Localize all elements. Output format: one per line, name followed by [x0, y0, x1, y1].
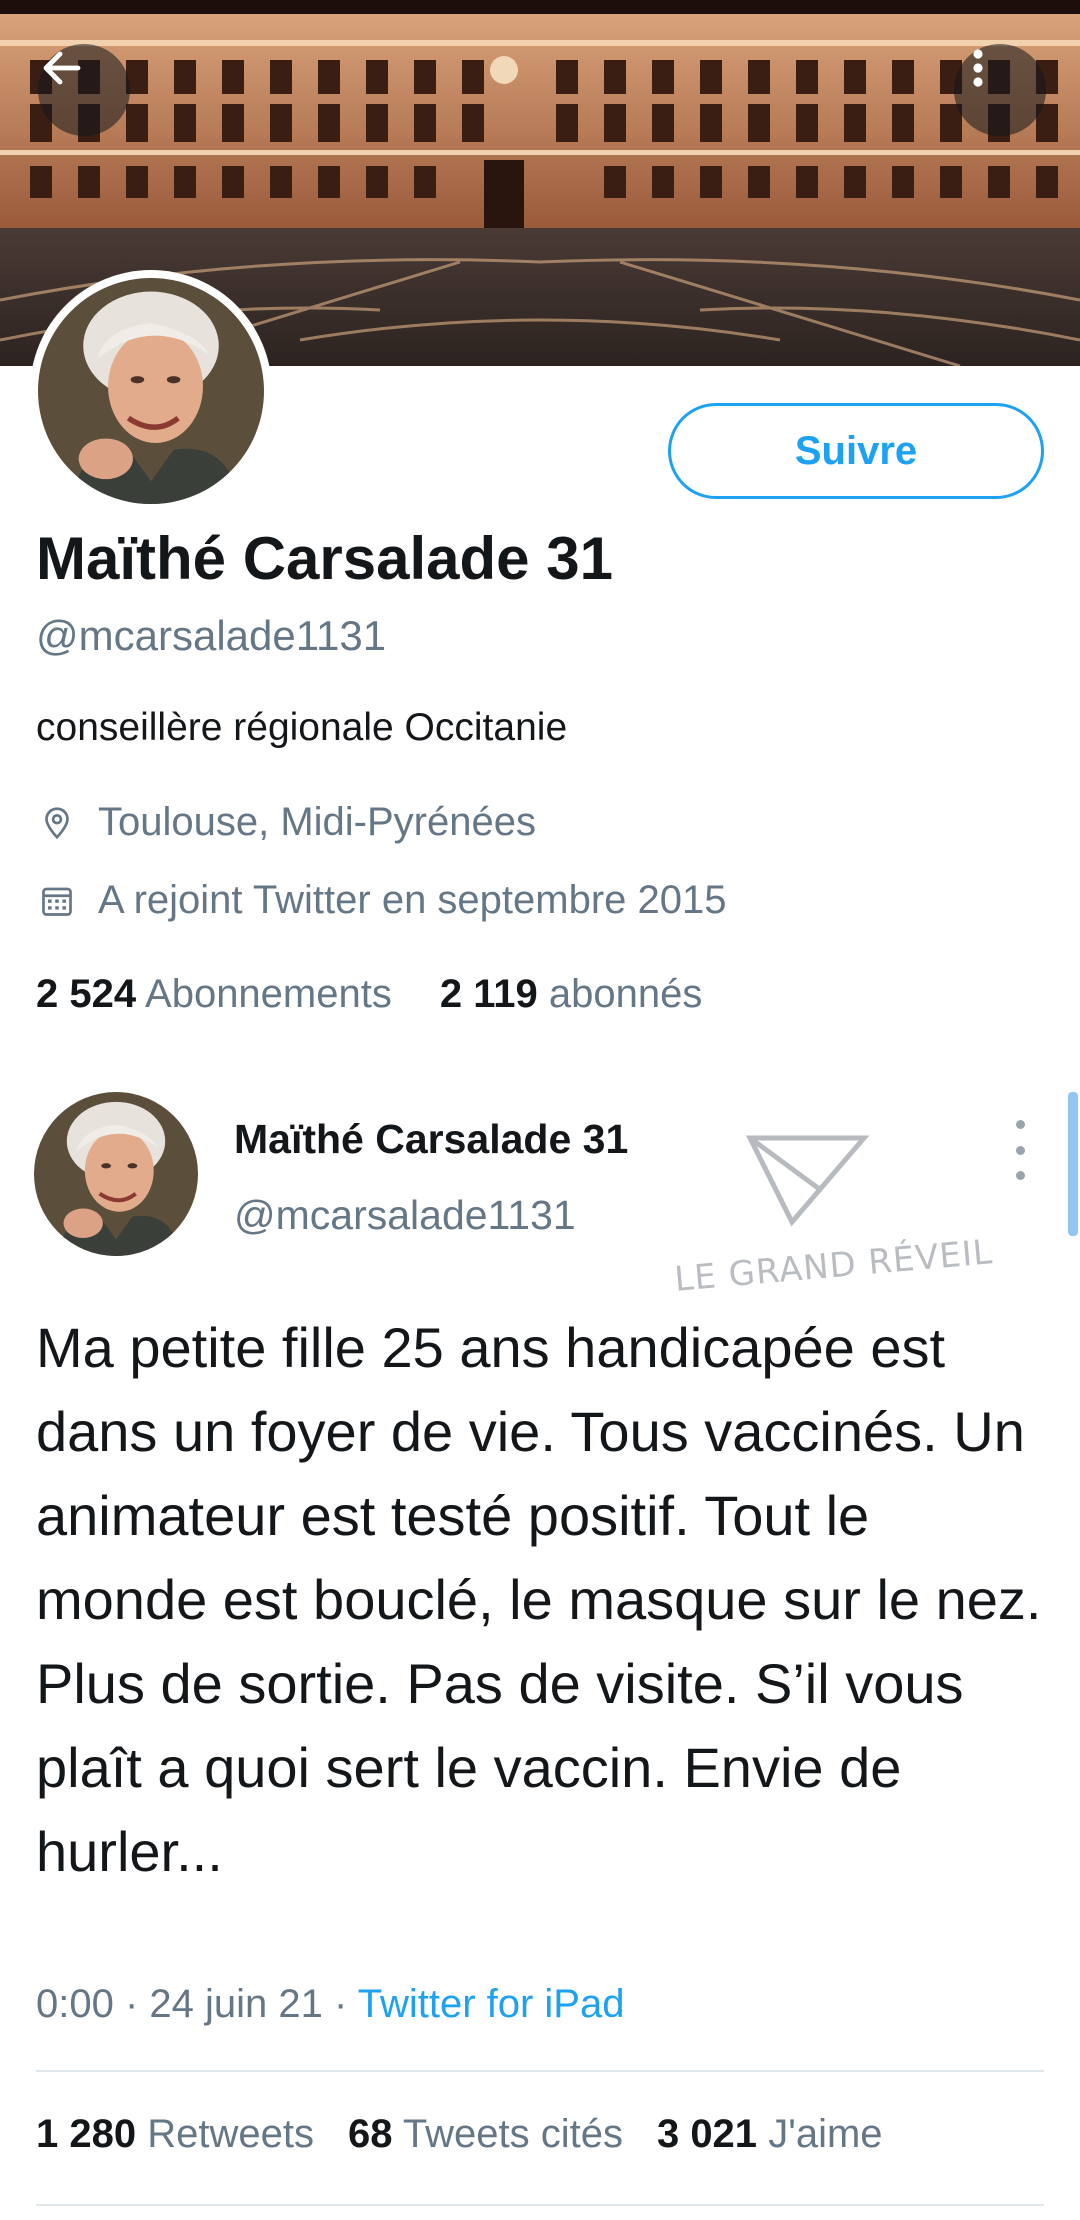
separator: ·: [113, 1982, 150, 2026]
likes-label: J'aime: [768, 2112, 883, 2156]
tweet-author-avatar[interactable]: [34, 1092, 198, 1256]
tweet-author-handle[interactable]: @mcarsalade1131: [234, 1192, 576, 1239]
divider: [36, 2204, 1044, 2206]
watermark: LE GRAND RÉVEIL: [668, 1128, 994, 1308]
divider: [36, 2070, 1044, 2072]
back-button[interactable]: [38, 44, 130, 136]
location-text: Toulouse, Midi-Pyrénées: [98, 800, 536, 844]
quotes-link[interactable]: 68 Tweets cités: [348, 2112, 623, 2156]
likes-link[interactable]: 3 021 J'aime: [657, 2112, 883, 2156]
separator: ·: [322, 1982, 358, 2026]
profile-name: Maïthé Carsalade 31: [36, 525, 613, 592]
profile-bio: conseillère régionale Occitanie: [36, 706, 568, 749]
tweet-time: 0:00: [36, 1982, 114, 2026]
tweet-author-name[interactable]: Maïthé Carsalade 31: [234, 1116, 628, 1163]
tweet-stats: 1 280 Retweets 68 Tweets cités 3 021 J'aim…: [36, 2112, 883, 2157]
follow-counts: 2 524 Abonnements 2 119 abonnés: [36, 972, 702, 1017]
following-label: Abonnements: [145, 972, 392, 1016]
tweet-text: Ma petite fille 25 ans handicapée est da…: [36, 1316, 1042, 1883]
profile-location: Toulouse, Midi-Pyrénées: [36, 800, 536, 845]
following-count: 2 524: [36, 972, 137, 1016]
location-pin-icon: [36, 802, 78, 844]
followers-count: 2 119: [439, 972, 538, 1016]
tweet-info: 0:00 · 24 juin 21 · Twitter for iPad: [36, 1982, 624, 2027]
retweets-label: Retweets: [147, 2112, 314, 2156]
tweet-date: 24 juin 21: [149, 1982, 323, 2026]
avatar-photo: [34, 1092, 198, 1256]
scrollbar-thumb[interactable]: [1068, 1092, 1078, 1236]
arrow-left-icon: [43, 51, 81, 85]
joined-text: A rejoint Twitter en septembre 2015: [98, 878, 727, 922]
calendar-icon: [36, 880, 78, 922]
tweet-more-icon[interactable]: [1000, 1120, 1040, 1180]
avatar-photo: [38, 278, 264, 504]
follow-button[interactable]: Suivre: [668, 403, 1044, 499]
tweet-source-link[interactable]: Twitter for iPad: [358, 1982, 625, 2026]
more-options-button[interactable]: [954, 44, 1046, 136]
profile-handle: @mcarsalade1131: [36, 612, 387, 659]
profile-avatar[interactable]: [30, 270, 272, 512]
retweets-link[interactable]: 1 280 Retweets: [36, 2112, 314, 2156]
quotes-label: Tweets cités: [402, 2112, 623, 2156]
more-vertical-icon: [973, 49, 983, 87]
following-link[interactable]: 2 524 Abonnements: [36, 972, 392, 1016]
profile-joined: A rejoint Twitter en septembre 2015: [36, 878, 727, 923]
likes-count: 3 021: [656, 2112, 758, 2156]
retweets-count: 1 280: [36, 2112, 137, 2156]
quotes-count: 68: [347, 2112, 393, 2156]
followers-label: abonnés: [548, 972, 703, 1016]
followers-link[interactable]: 2 119 abonnés: [440, 972, 703, 1016]
watermark-logo: [745, 1135, 870, 1227]
